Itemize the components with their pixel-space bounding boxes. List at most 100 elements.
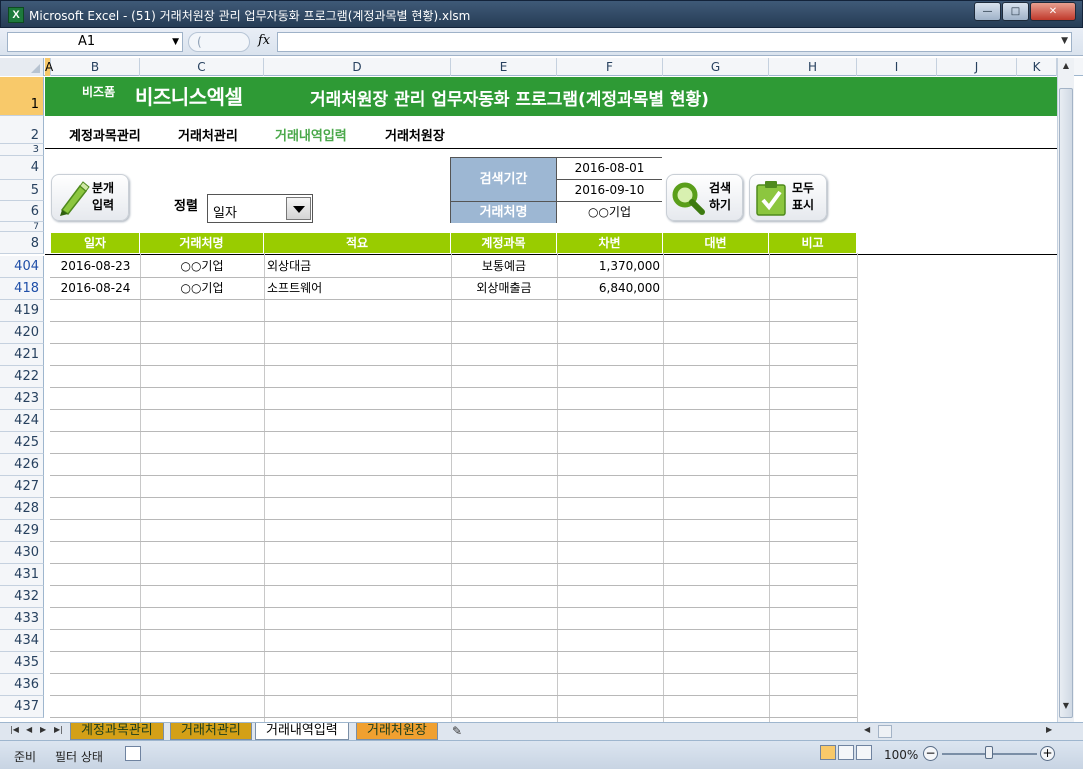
search-button[interactable]: 검색 하기 xyxy=(666,174,743,221)
row-header[interactable]: 437 xyxy=(0,696,44,718)
scroll-left-icon[interactable]: ◀ xyxy=(864,725,870,734)
row-header[interactable]: 431 xyxy=(0,564,44,586)
column-header-g[interactable]: G xyxy=(663,58,769,76)
row-header[interactable]: 422 xyxy=(0,366,44,388)
zoom-level[interactable]: 100% xyxy=(884,748,918,762)
prev-sheet-icon[interactable]: ◀ xyxy=(26,725,32,734)
normal-view-icon[interactable] xyxy=(820,745,836,760)
row-header[interactable]: 424 xyxy=(0,410,44,432)
last-sheet-icon[interactable]: ▶| xyxy=(54,725,63,734)
row-header[interactable]: 404 xyxy=(0,256,44,278)
sheet-tab-transaction-entry[interactable]: 거래내역입력 xyxy=(255,723,349,740)
cell-description[interactable]: 외상대금 xyxy=(267,255,448,277)
insert-sheet-icon[interactable]: ✎ xyxy=(452,724,462,738)
cell-account[interactable]: 외상매출금 xyxy=(454,277,554,299)
cell-client[interactable]: ○○기업 xyxy=(143,255,261,277)
scroll-right-icon[interactable]: ▶ xyxy=(1046,725,1052,734)
row-header[interactable]: 434 xyxy=(0,630,44,652)
column-header-c[interactable]: C xyxy=(140,58,264,76)
table-header-credit[interactable]: 대변 xyxy=(663,233,769,253)
zoom-in-icon[interactable]: + xyxy=(1040,746,1055,761)
row-header[interactable]: 1 xyxy=(0,77,44,116)
horizontal-scrollbar[interactable]: ◀ ▶ xyxy=(856,725,1056,739)
table-header-description[interactable]: 적요 xyxy=(264,233,451,253)
row-header[interactable]: 429 xyxy=(0,520,44,542)
row-header[interactable]: 418 xyxy=(0,278,44,300)
row-header[interactable]: 7 xyxy=(0,222,44,232)
sheet-tab-client-management[interactable]: 거래처관리 xyxy=(170,723,252,740)
column-header-h[interactable]: H xyxy=(769,58,857,76)
start-date-field[interactable]: 2016-08-01 xyxy=(557,158,662,179)
first-sheet-icon[interactable]: |◀ xyxy=(10,725,19,734)
sheet-tab-account-management[interactable]: 계정과목관리 xyxy=(70,723,164,740)
maximize-button[interactable]: □ xyxy=(1002,2,1029,21)
client-name-field[interactable]: ○○기업 xyxy=(557,202,662,223)
sheet-tab-client-ledger[interactable]: 거래처원장 xyxy=(356,723,438,740)
cell-date[interactable]: 2016-08-24 xyxy=(54,277,137,299)
column-header-d[interactable]: D xyxy=(264,58,451,76)
column-header-i[interactable]: I xyxy=(857,58,937,76)
name-box[interactable]: A1 ▼ xyxy=(7,32,183,52)
row-header[interactable]: 425 xyxy=(0,432,44,454)
table-header-date[interactable]: 일자 xyxy=(51,233,140,253)
column-header-f[interactable]: F xyxy=(557,58,663,76)
row-header[interactable]: 2 xyxy=(0,116,44,144)
horizontal-scroll-thumb[interactable] xyxy=(878,725,892,738)
scroll-thumb[interactable] xyxy=(1059,88,1073,718)
formula-input[interactable]: ▼ xyxy=(277,32,1072,52)
chevron-down-icon[interactable] xyxy=(286,197,311,220)
sort-select[interactable]: 일자 xyxy=(207,194,313,223)
row-header[interactable]: 421 xyxy=(0,344,44,366)
worksheet[interactable]: 비즈폼 비즈니스엑셀 거래처원장 관리 업무자동화 프로그램(계정과목별 현황)… xyxy=(45,77,1057,722)
cell-account[interactable]: 보통예금 xyxy=(454,255,554,277)
row-header[interactable]: 427 xyxy=(0,476,44,498)
row-header[interactable]: 426 xyxy=(0,454,44,476)
row-header[interactable]: 433 xyxy=(0,608,44,630)
page-break-view-icon[interactable] xyxy=(856,745,872,760)
split-entry-button[interactable]: 분개 입력 xyxy=(51,174,129,221)
table-header-account[interactable]: 계정과목 xyxy=(451,233,557,253)
row-header[interactable]: 420 xyxy=(0,322,44,344)
table-header-note[interactable]: 비고 xyxy=(769,233,857,253)
scroll-down-icon[interactable]: ▼ xyxy=(1058,698,1074,714)
zoom-slider-thumb[interactable] xyxy=(985,746,993,759)
row-header[interactable]: 436 xyxy=(0,674,44,696)
chevron-down-icon[interactable]: ▼ xyxy=(1061,36,1068,46)
cell-date[interactable]: 2016-08-23 xyxy=(54,255,137,277)
cell-debit[interactable]: 1,370,000 xyxy=(560,255,660,277)
row-header[interactable]: 430 xyxy=(0,542,44,564)
row-header[interactable]: 428 xyxy=(0,498,44,520)
formula-expand-control[interactable]: ( xyxy=(188,32,250,52)
row-header[interactable]: 435 xyxy=(0,652,44,674)
table-header-debit[interactable]: 차변 xyxy=(557,233,663,253)
select-all-corner[interactable] xyxy=(0,58,44,76)
column-header-k[interactable]: K xyxy=(1017,58,1057,76)
row-header[interactable]: 3 xyxy=(0,144,44,156)
zoom-out-icon[interactable]: − xyxy=(923,746,938,761)
table-header-client[interactable]: 거래처명 xyxy=(140,233,264,253)
row-header[interactable]: 8 xyxy=(0,232,44,254)
row-header[interactable]: 4 xyxy=(0,156,44,180)
scroll-up-icon[interactable]: ▲ xyxy=(1058,58,1074,74)
nav-account-management[interactable]: 계정과목관리 xyxy=(69,125,141,144)
vertical-scrollbar[interactable]: ▲ ▼ xyxy=(1057,58,1074,722)
row-header[interactable]: 6 xyxy=(0,201,44,222)
row-header[interactable]: 5 xyxy=(0,180,44,201)
column-header-j[interactable]: J xyxy=(937,58,1017,76)
minimize-button[interactable]: — xyxy=(974,2,1001,21)
close-button[interactable]: ✕ xyxy=(1030,2,1076,21)
end-date-field[interactable]: 2016-09-10 xyxy=(557,180,662,201)
row-header[interactable]: 419 xyxy=(0,300,44,322)
nav-client-ledger[interactable]: 거래처원장 xyxy=(385,125,445,144)
next-sheet-icon[interactable]: ▶ xyxy=(40,725,46,734)
show-all-button[interactable]: 모두 표시 xyxy=(749,174,827,221)
page-layout-view-icon[interactable] xyxy=(838,745,854,760)
nav-client-management[interactable]: 거래처관리 xyxy=(178,125,238,144)
chevron-down-icon[interactable]: ▼ xyxy=(172,33,179,51)
cell-client[interactable]: ○○기업 xyxy=(143,277,261,299)
column-header-e[interactable]: E xyxy=(451,58,557,76)
insert-function-icon[interactable]: fx xyxy=(258,33,270,48)
row-header[interactable]: 432 xyxy=(0,586,44,608)
macro-record-icon[interactable] xyxy=(125,746,141,761)
row-header[interactable]: 423 xyxy=(0,388,44,410)
